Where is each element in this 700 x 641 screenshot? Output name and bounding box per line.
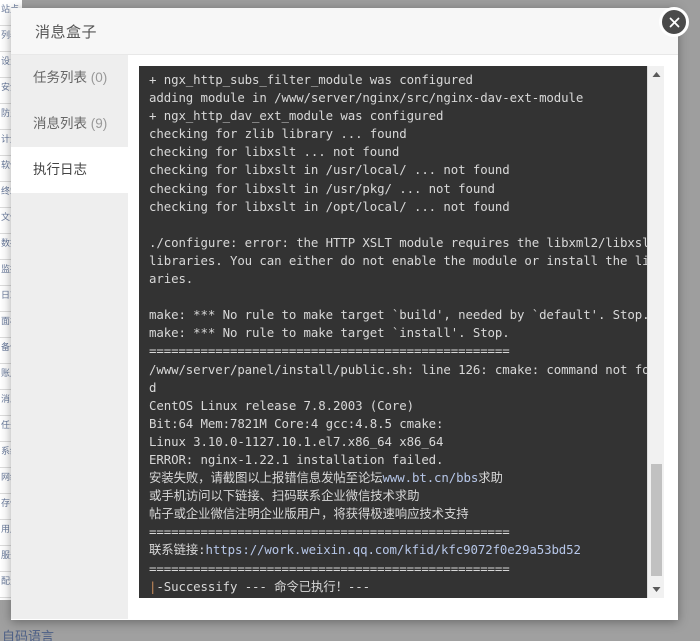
tab-label: 执行日志 bbox=[33, 162, 87, 177]
log-line: |-Successify --- 命令已执行！--- bbox=[149, 578, 647, 596]
tab-1[interactable]: 任务列表 (0) bbox=[11, 55, 128, 101]
log-line: Bit:64 Mem:7821M Core:4 gcc:4.8.5 cmake: bbox=[149, 415, 444, 431]
tab-rail: 任务列表 (0) 消息列表 (9) 执行日志 bbox=[11, 55, 128, 619]
log-line: make: *** No rule to make target `instal… bbox=[149, 325, 510, 341]
log-line: make: *** No rule to make target `build'… bbox=[149, 307, 647, 323]
log-url: www.bt.cn/bbs bbox=[382, 470, 479, 486]
log-line: adding module in /www/server/nginx/src/n… bbox=[149, 90, 584, 106]
log-line: checking for libxslt in /usr/local/ ... … bbox=[149, 162, 510, 178]
tab-count: (0) bbox=[87, 70, 108, 85]
log-scrollbar[interactable] bbox=[647, 66, 664, 598]
tab-count: (9) bbox=[87, 116, 108, 131]
log-console: + ngx_http_subs_filter_module was config… bbox=[139, 66, 664, 598]
scroll-down-icon bbox=[652, 587, 660, 592]
log-line: ========================================… bbox=[149, 560, 510, 576]
background-bottom-label: 自码语言 bbox=[2, 629, 55, 641]
tab-2[interactable]: 消息列表 (9) bbox=[11, 101, 128, 147]
log-line: /www/server/panel/install/public.sh: lin… bbox=[149, 361, 647, 377]
log-line: Linux 3.10.0-1127.10.1.el7.x86_64 x86_64 bbox=[149, 433, 444, 449]
log-area: + ngx_http_subs_filter_module was config… bbox=[128, 55, 678, 619]
scroll-down-button[interactable] bbox=[648, 581, 664, 598]
log-line: CentOS Linux release 7.8.2003 (Core) bbox=[149, 397, 414, 413]
log-line: 安装失败，请截图以上报错信息发帖至论坛www.bt.cn/bbs求助 bbox=[149, 469, 647, 487]
log-line: 或手机访问以下链接、扫码联系企业微信技术求助 bbox=[149, 488, 420, 504]
tab-label: 消息列表 bbox=[33, 116, 87, 131]
log-line: 帖子或企业微信注明企业版用户，将获得极速响应技术支持 bbox=[149, 506, 469, 522]
log-line: checking for libxslt in /usr/pkg/ ... no… bbox=[149, 180, 495, 196]
tab-3[interactable]: 执行日志 bbox=[11, 147, 128, 193]
log-line: ========================================… bbox=[149, 343, 510, 359]
log-line: ./configure: error: the HTTP XSLT module… bbox=[149, 234, 647, 250]
log-line: checking for libxslt in /opt/local/ ... … bbox=[149, 198, 510, 214]
scroll-up-button[interactable] bbox=[648, 66, 664, 83]
log-line: ERROR: nginx-1.22.1 installation failed. bbox=[149, 451, 444, 467]
close-button[interactable] bbox=[659, 7, 689, 37]
log-line: libraries. You can either do not enable … bbox=[149, 252, 647, 268]
log-text: 安装失败，请截图以上报错信息发帖至论坛 bbox=[149, 470, 383, 486]
log-text: 求助 bbox=[478, 470, 503, 486]
scroll-up-icon bbox=[652, 72, 660, 77]
log-line: checking for libxslt ... not found bbox=[149, 144, 400, 160]
log-text: -Successify --- 命令已执行！--- bbox=[156, 578, 370, 594]
log-line: 联系链接:https://work.weixin.qq.com/kfid/kfc… bbox=[149, 541, 647, 559]
log-line: ========================================… bbox=[149, 524, 510, 540]
dialog-body: 任务列表 (0) 消息列表 (9) 执行日志 + ngx_http_subs_fil… bbox=[11, 55, 678, 619]
scrollbar-thumb[interactable] bbox=[651, 464, 662, 576]
message-box-dialog: 消息盒子 任务列表 (0) 消息列表 (9) 执行日志 + ngx_http_sub… bbox=[11, 7, 689, 620]
log-text: 联系链接: bbox=[149, 542, 206, 558]
log-url: https://work.weixin.qq.com/kfid/kfc9072f… bbox=[205, 542, 581, 558]
log-line: + ngx_http_subs_filter_module was config… bbox=[149, 72, 473, 87]
page-title: 消息盒子 bbox=[35, 23, 98, 41]
log-text-container: + ngx_http_subs_filter_module was config… bbox=[139, 66, 647, 598]
close-icon bbox=[669, 17, 679, 27]
tab-label: 任务列表 bbox=[33, 70, 87, 85]
log-line: aries. bbox=[149, 271, 194, 287]
log-line: checking for zlib library ... found bbox=[149, 126, 407, 142]
page-root: 站点 列表 设置 安全 防火 计划 软件 终端 文件 数据 监控 日志 面板 备份 账户 消息 任务 系统 网络 存储… bbox=[0, 0, 700, 641]
log-line: d bbox=[149, 379, 157, 395]
dialog-header: 消息盒子 bbox=[11, 8, 678, 55]
log-line: + ngx_http_dav_ext_module was configured bbox=[149, 108, 444, 124]
